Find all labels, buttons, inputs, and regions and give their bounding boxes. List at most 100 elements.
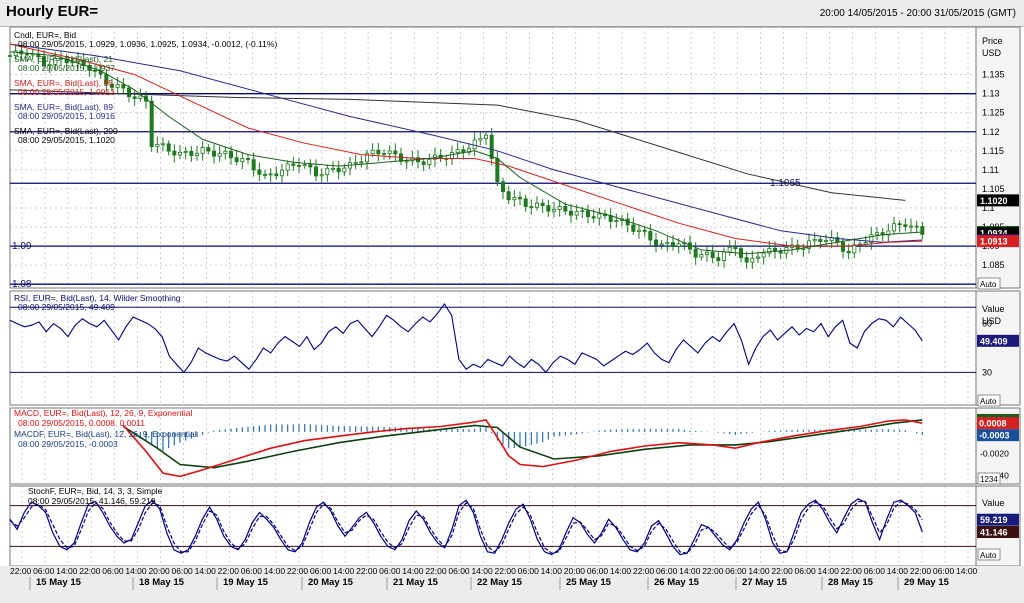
- candle-body: [659, 243, 664, 246]
- x-time-label: 14:00: [541, 566, 563, 576]
- rsi-price-tag-label: 49.409: [980, 336, 1008, 346]
- candle-body: [846, 250, 851, 254]
- candle-body: [189, 151, 194, 157]
- x-time-label: 22:00: [702, 566, 724, 576]
- candle-body: [523, 198, 528, 207]
- price-axis-label: Price: [982, 36, 1003, 46]
- candle-body: [177, 151, 182, 156]
- candle-body: [897, 223, 902, 226]
- x-time-label: 22:00: [356, 566, 378, 576]
- candle-body: [614, 220, 619, 222]
- candle-body: [546, 205, 551, 212]
- x-time-label: 06:00: [933, 566, 955, 576]
- candle-body: [325, 167, 330, 176]
- candle-body: [228, 150, 233, 159]
- candle-body: [654, 239, 659, 246]
- macd-price-tag-label: 0.0008: [979, 419, 1007, 429]
- candle-body: [155, 143, 160, 148]
- candle-body: [824, 240, 829, 243]
- price-tick-label: 1.12: [982, 127, 1000, 137]
- candle-body: [279, 169, 284, 177]
- candle-body: [597, 213, 602, 219]
- x-time-label: 20:00: [564, 566, 586, 576]
- candle-body: [138, 95, 143, 99]
- x-time-label: 06:00: [725, 566, 747, 576]
- candle-body: [308, 164, 313, 168]
- candle-body: [160, 143, 165, 146]
- candle-body: [637, 229, 642, 232]
- candle-body: [291, 163, 296, 166]
- candle-body: [665, 242, 670, 245]
- price-tag-label: 1.0913: [980, 237, 1008, 247]
- price-tick-label: 1.115: [982, 146, 1004, 156]
- candle-body: [535, 202, 540, 208]
- x-time-label: 22:00: [425, 566, 447, 576]
- candle-body: [518, 197, 523, 200]
- panel-1-frame: [9, 290, 977, 406]
- candle-body: [892, 223, 897, 232]
- candle-body: [903, 224, 908, 228]
- x-time-label: 06:00: [448, 566, 470, 576]
- candle-body: [149, 100, 154, 148]
- price-tick-label: 1.085: [982, 260, 1005, 270]
- candle-body: [319, 174, 324, 177]
- candle-body: [455, 149, 460, 153]
- price-legend-value: 08:00 29/05/2015, 1.0937: [18, 63, 115, 73]
- x-time-label: 06:00: [172, 566, 194, 576]
- candle-body: [750, 257, 755, 263]
- stoch-legend-name: StochF, EUR=, Bid, 14, 3, 3, Simple: [28, 486, 163, 496]
- candle-body: [353, 161, 358, 164]
- x-time-label: 06:00: [102, 566, 124, 576]
- price-tick-label: 1.13: [982, 89, 1000, 99]
- candle-body: [296, 165, 301, 167]
- stoch-auto-button-label: Auto: [980, 551, 997, 560]
- candle-body: [194, 152, 199, 157]
- price-auto-button-label: Auto: [980, 280, 997, 289]
- candle-body: [257, 169, 262, 175]
- candle-body: [699, 254, 704, 258]
- candle-body: [342, 167, 347, 173]
- x-time-label: 14:00: [333, 566, 355, 576]
- candle-body: [569, 210, 574, 216]
- x-date-label: 21 May 15: [393, 577, 439, 588]
- candle-body: [631, 224, 636, 232]
- candle-body: [200, 147, 205, 154]
- stoch-price-tag-label: 41.146: [980, 528, 1008, 538]
- x-time-label: 14:00: [264, 566, 286, 576]
- rsi-axis-label: Value: [982, 304, 1004, 314]
- candle-body: [370, 149, 375, 155]
- price-tick-label: 1.105: [982, 184, 1005, 194]
- candle-body: [500, 181, 505, 193]
- candle-body: [705, 251, 710, 255]
- x-time-label: 06:00: [656, 566, 678, 576]
- candle-body: [716, 257, 721, 262]
- candle-body: [166, 143, 171, 152]
- candle-body: [330, 167, 335, 170]
- x-date-label: 28 May 15: [828, 577, 874, 588]
- candle-body: [359, 161, 364, 164]
- candle-body: [387, 150, 392, 154]
- price-tick-label: 1.125: [982, 108, 1005, 118]
- candle-body: [268, 173, 273, 176]
- x-time-label: 22:00: [79, 566, 101, 576]
- candle-body: [642, 229, 647, 232]
- x-date-label: 22 May 15: [477, 577, 523, 588]
- candle-body: [744, 257, 749, 263]
- stoch-price-tag-label: 59.219: [980, 515, 1008, 525]
- rsi-axis-unit: USD: [982, 316, 1002, 326]
- level-label: 1.09: [12, 241, 32, 252]
- candle-body: [489, 134, 494, 159]
- candle-body: [262, 173, 267, 176]
- candle-body: [574, 211, 579, 216]
- candle-body: [693, 248, 698, 258]
- candle-body: [183, 151, 188, 153]
- candle-body: [393, 150, 398, 155]
- x-time-label: 06:00: [587, 566, 609, 576]
- x-time-label: 06:00: [33, 566, 55, 576]
- rsi-auto-button-label: Auto: [980, 397, 997, 406]
- candle-body: [529, 206, 534, 208]
- price-axis-unit: USD: [982, 48, 1002, 58]
- candle-body: [302, 164, 307, 167]
- candle-body: [461, 149, 466, 153]
- x-date-label: 29 May 15: [904, 577, 950, 588]
